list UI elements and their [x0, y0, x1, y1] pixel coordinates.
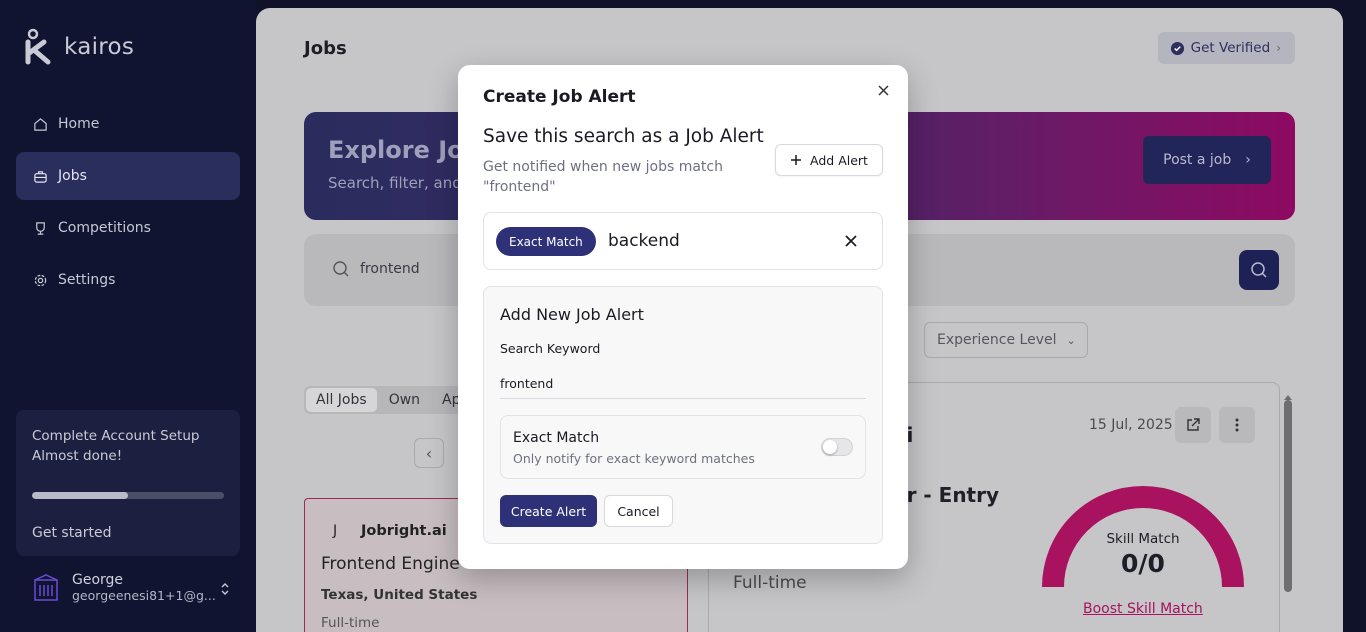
get-verified-button[interactable]: Get Verified ›	[1157, 32, 1295, 64]
sidebar-nav: Home Jobs Competitions Settings	[16, 100, 240, 308]
kairos-logo-icon	[25, 28, 51, 65]
setup-progress-bar	[32, 492, 224, 499]
job-title: Frontend Engine	[321, 554, 460, 574]
add-alert-label: Add Alert	[810, 152, 868, 168]
remove-alert-icon[interactable]	[844, 234, 858, 248]
modal-title: Create Job Alert	[483, 87, 636, 107]
company-name: Jobright.ai	[361, 523, 447, 539]
sidebar-item-competitions[interactable]: Competitions	[16, 204, 240, 252]
detail-job-type: Full-time	[733, 573, 807, 593]
trophy-icon	[32, 220, 48, 236]
chevron-right-icon: ›	[1245, 152, 1251, 168]
tab-own[interactable]: Own	[379, 388, 430, 412]
modal-heading: Save this search as a Job Alert	[483, 126, 764, 147]
job-location: Texas, United States	[321, 587, 478, 603]
gear-icon	[32, 272, 48, 288]
posted-date: 15 Jul, 2025	[1089, 417, 1173, 433]
user-name: George	[72, 572, 124, 588]
search-keyword-label: Search Keyword	[500, 341, 601, 356]
user-menu[interactable]: George georgeenesi81+1@g...	[32, 572, 240, 603]
sidebar-item-label: Settings	[58, 272, 116, 288]
experience-level-select[interactable]: Experience Level ⌄	[924, 322, 1088, 358]
sidebar-item-settings[interactable]: Settings	[16, 256, 240, 304]
search-keyword-input[interactable]	[500, 369, 866, 399]
search-input[interactable]: frontend	[360, 261, 420, 277]
exact-match-badge: Exact Match	[496, 227, 596, 256]
tab-all-jobs[interactable]: All Jobs	[306, 388, 377, 412]
cancel-button[interactable]: Cancel	[604, 495, 673, 527]
skill-match-label: Skill Match	[1106, 531, 1180, 547]
brand-name: kairos	[64, 34, 135, 60]
prev-page-button[interactable]: ‹	[414, 438, 444, 468]
chevron-left-icon: ‹	[425, 443, 433, 463]
job-tabs: All Jobs Own Ap	[304, 386, 473, 414]
detail-scrollbar[interactable]	[1282, 386, 1294, 606]
open-external-button[interactable]	[1175, 407, 1211, 443]
sidebar: kairos Home Jobs Competitions Settings C…	[0, 0, 256, 632]
account-setup-card: Complete Account Setup Almost done! Get …	[16, 410, 240, 556]
setup-title: Complete Account Setup	[32, 428, 200, 444]
exact-match-description: Only notify for exact keyword matches	[513, 451, 755, 466]
exact-match-title: Exact Match	[513, 430, 600, 446]
setup-subtitle: Almost done!	[32, 448, 123, 464]
detail-job-title: er - Entry	[893, 483, 1000, 507]
company-logo: J	[333, 523, 338, 539]
skill-match-gauge: Skill Match 0/0	[1041, 483, 1245, 595]
create-job-alert-modal: Create Job Alert Save this search as a J…	[458, 65, 908, 569]
chevron-up-down-icon	[221, 583, 229, 595]
more-options-button[interactable]	[1219, 407, 1255, 443]
get-started-link[interactable]: Get started	[32, 525, 224, 541]
search-icon	[333, 261, 349, 277]
new-alert-form: Add New Job Alert Search Keyword Exact M…	[483, 286, 883, 544]
chevron-down-icon: ⌄	[1066, 333, 1076, 347]
setup-progress-fill	[32, 492, 128, 499]
sidebar-item-label: Competitions	[58, 220, 151, 236]
post-job-label: Post a job	[1163, 152, 1232, 168]
search-button[interactable]	[1239, 250, 1279, 290]
exact-match-option: Exact Match Only notify for exact keywor…	[500, 415, 866, 479]
create-alert-button[interactable]: Create Alert	[500, 495, 597, 527]
skill-match-value: 0/0	[1121, 549, 1165, 578]
sidebar-item-jobs[interactable]: Jobs	[16, 152, 240, 200]
existing-alert-row: Exact Match backend	[483, 212, 883, 270]
experience-level-label: Experience Level	[937, 332, 1057, 348]
home-icon	[32, 116, 48, 132]
chevron-right-icon: ›	[1276, 41, 1281, 55]
close-modal-button[interactable]	[874, 81, 892, 99]
job-type: Full-time	[321, 615, 380, 631]
user-email: georgeenesi81+1@g...	[72, 588, 216, 603]
external-link-icon	[1187, 418, 1200, 431]
new-alert-title: Add New Job Alert	[500, 305, 644, 324]
modal-description: Get notified when new jobs match "fronte…	[483, 159, 723, 195]
briefcase-icon	[32, 168, 48, 184]
add-alert-button[interactable]: Add Alert	[775, 144, 883, 176]
verified-badge-icon	[1170, 41, 1184, 55]
exact-match-toggle[interactable]	[821, 438, 853, 456]
sidebar-item-label: Jobs	[58, 168, 87, 184]
close-icon	[877, 84, 889, 96]
banner-subtitle: Search, filter, and	[328, 174, 462, 192]
post-job-button[interactable]: Post a job ›	[1143, 136, 1271, 184]
search-icon	[1251, 262, 1267, 278]
alert-keyword: backend	[608, 231, 680, 251]
boost-skill-match-link[interactable]: Boost Skill Match	[1083, 601, 1203, 617]
get-verified-label: Get Verified	[1190, 40, 1271, 56]
avatar	[34, 573, 58, 601]
brand-logo[interactable]: kairos	[24, 28, 134, 66]
plus-icon	[791, 155, 802, 165]
scroll-thumb[interactable]	[1284, 400, 1292, 592]
page-title: Jobs	[304, 38, 347, 59]
sidebar-item-home[interactable]: Home	[16, 100, 240, 148]
toggle-knob	[823, 440, 837, 454]
more-vertical-icon	[1235, 418, 1239, 432]
sidebar-item-label: Home	[58, 116, 100, 132]
